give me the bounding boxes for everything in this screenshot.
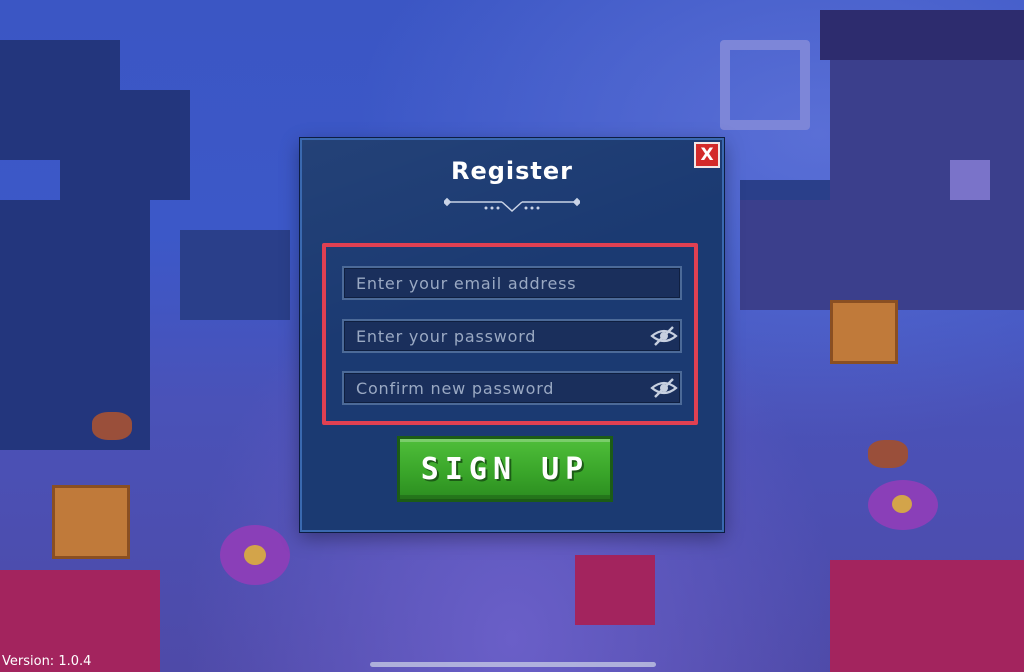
ornament-divider-icon <box>444 197 580 213</box>
version-label: Version: 1.0.4 <box>2 654 92 669</box>
home-indicator[interactable] <box>370 662 656 667</box>
pixel-house <box>830 40 1024 220</box>
confirm-password-field[interactable] <box>342 371 682 405</box>
password-field[interactable] <box>342 319 682 353</box>
question-box <box>830 300 898 364</box>
question-box <box>52 485 130 559</box>
pixel-block <box>575 555 655 625</box>
confirm-password-input[interactable] <box>344 373 680 403</box>
email-input[interactable] <box>344 268 680 298</box>
sign-up-label: SIGN UP <box>420 451 590 487</box>
pixel-roof <box>820 10 1024 60</box>
password-input[interactable] <box>344 321 680 351</box>
pixel-flower-center <box>244 545 266 565</box>
sign-up-button[interactable]: SIGN UP <box>397 436 613 502</box>
pixel-flower-center <box>892 495 912 513</box>
pixel-tree <box>60 90 190 200</box>
pixel-tree <box>0 200 150 450</box>
pixel-block <box>830 560 1024 672</box>
pixel-window <box>950 160 990 200</box>
pixel-tree <box>180 230 290 320</box>
pixel-house <box>740 200 1024 310</box>
eye-off-icon[interactable] <box>650 323 678 349</box>
dialog-title: Register <box>450 157 574 185</box>
pixel-sun <box>720 40 810 130</box>
eye-off-icon[interactable] <box>650 375 678 401</box>
pixel-bug <box>92 412 132 440</box>
pixel-bug <box>868 440 908 468</box>
email-field[interactable] <box>342 266 682 300</box>
